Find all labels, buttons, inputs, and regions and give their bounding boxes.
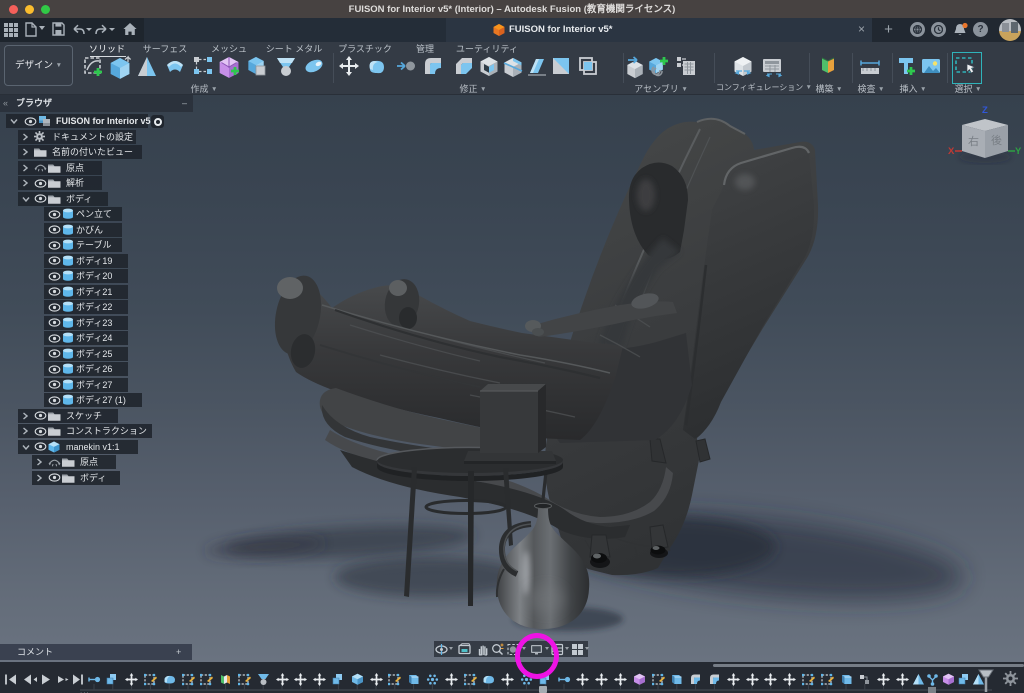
svg-text:Y: Y xyxy=(1015,146,1022,157)
svg-text:右: 右 xyxy=(968,134,979,148)
svg-text:Z: Z xyxy=(982,105,988,116)
svg-text:後: 後 xyxy=(991,133,1002,147)
svg-text:X: X xyxy=(948,146,955,157)
